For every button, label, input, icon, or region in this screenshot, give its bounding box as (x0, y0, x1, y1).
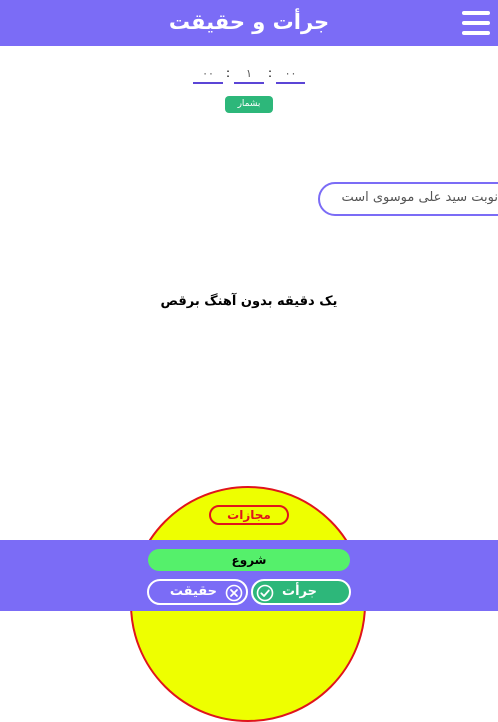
minutes-input[interactable] (234, 64, 264, 84)
check-circle-icon (256, 584, 274, 602)
start-button[interactable]: شروع (148, 549, 350, 571)
count-button[interactable]: بشمار (225, 96, 273, 113)
hamburger-menu-icon-bar (462, 21, 490, 25)
time-separator: : (267, 66, 273, 80)
punishment-button[interactable]: مجازات (209, 505, 289, 525)
app-header: جرأت و حقیقت (0, 0, 498, 46)
turn-text: نوبت سید علی موسوی است (341, 190, 498, 205)
menu-button[interactable] (462, 11, 490, 35)
seconds-input[interactable] (276, 64, 305, 84)
truth-label: حقیقت (169, 584, 217, 599)
challenge-text: یک دقیقه بدون آهنگ برقص (160, 294, 338, 309)
hamburger-menu-icon-bar (462, 31, 490, 35)
dare-label: جرأت (282, 584, 317, 599)
hamburger-menu-icon (462, 11, 490, 15)
dare-button[interactable]: جرأت (251, 579, 351, 605)
countdown-timer: : : (190, 64, 308, 84)
app-title: جرأت و حقیقت (168, 10, 330, 34)
time-separator: : (225, 66, 231, 80)
hours-input[interactable] (193, 64, 223, 84)
truth-button[interactable]: حقیقت (147, 579, 248, 605)
close-circle-icon (225, 584, 243, 602)
